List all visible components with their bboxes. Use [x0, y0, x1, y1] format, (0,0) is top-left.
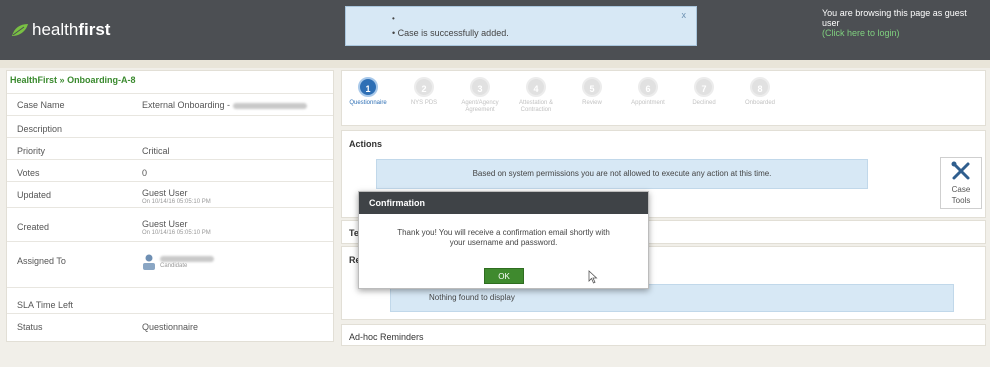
- toast-message: • Case is successfully added.: [392, 28, 509, 38]
- guest-notice: You are browsing this page as guest user…: [822, 8, 982, 38]
- status-label: Status: [17, 322, 43, 332]
- actions-title: Actions: [349, 139, 383, 149]
- votes-label: Votes: [17, 168, 40, 178]
- toast-bullet: •: [392, 14, 395, 23]
- step-label: Attestation & Contraction: [518, 100, 554, 113]
- breadcrumb: HealthFirst » Onboarding-A-8: [10, 75, 136, 85]
- step-number: 5: [582, 77, 602, 97]
- case-name-text: External Onboarding -: [142, 100, 233, 110]
- login-link[interactable]: (Click here to login): [822, 28, 982, 38]
- redacted-assignee: [160, 255, 214, 262]
- assigned-label: Assigned To: [17, 256, 66, 266]
- votes-row: Votes 0: [7, 159, 333, 181]
- step-number: 7: [694, 77, 714, 97]
- step-label: Declined: [692, 100, 716, 106]
- workflow-steps: 1 Questionnaire 2 NYS PDS 3 Agent/Agency…: [341, 70, 986, 126]
- sla-label: SLA Time Left: [17, 300, 74, 310]
- page-footer-strip: [0, 346, 990, 367]
- case-name-value: External Onboarding -: [142, 100, 307, 110]
- step-label: Appointment: [631, 100, 665, 106]
- step-label: Questionnaire: [349, 100, 387, 106]
- step-label: Agent/Agency Agreement: [461, 100, 499, 113]
- priority-value: Critical: [142, 146, 170, 156]
- created-label: Created: [17, 222, 50, 232]
- logo-text-bold: first: [78, 20, 111, 39]
- step-number: 1: [358, 77, 378, 97]
- adhoc-reminders-section: Ad-hoc Reminders: [341, 324, 986, 346]
- step-number: 6: [638, 77, 658, 97]
- step-number: 2: [414, 77, 434, 97]
- case-name-label: Case Name: [17, 100, 65, 110]
- dialog-message-line-2: your username and password.: [449, 238, 558, 247]
- assigned-row: Assigned To Candidate: [7, 241, 333, 287]
- step-appointment[interactable]: 6 Appointment: [618, 77, 678, 107]
- step-attestation[interactable]: 4 Attestation & Contraction: [506, 77, 566, 114]
- step-review[interactable]: 5 Review: [562, 77, 622, 107]
- step-number: 4: [526, 77, 546, 97]
- success-toast: • • Case is successfully added. x: [345, 6, 697, 46]
- dialog-message: Thank you! You will receive a confirmati…: [359, 228, 648, 248]
- step-onboarded[interactable]: 8 Onboarded: [730, 77, 790, 107]
- tools-icon: [951, 161, 970, 180]
- dialog-title: Confirmation: [359, 192, 648, 214]
- actions-message: Based on system permissions you are not …: [376, 159, 868, 189]
- priority-row: Priority Critical: [7, 137, 333, 159]
- status-row: Status Questionnaire: [7, 313, 333, 341]
- case-tools-label-2: Tools: [951, 196, 971, 205]
- description-row: Description: [7, 115, 333, 137]
- logo-text-light: health: [32, 20, 79, 39]
- step-label: Onboarded: [744, 100, 776, 106]
- created-row: Created Guest User On 10/14/16 05:05:10 …: [7, 207, 333, 241]
- breadcrumb-root[interactable]: HealthFirst: [10, 75, 57, 85]
- user-avatar-icon: [143, 254, 155, 270]
- created-by: Guest User: [142, 219, 188, 229]
- step-number: 3: [470, 77, 490, 97]
- updated-on: On 10/14/16 05:05:10 PM: [142, 199, 211, 205]
- step-label: NYS PDS: [410, 100, 438, 106]
- case-details-panel: HealthFirst » Onboarding-A-8 Case Name E…: [6, 70, 334, 342]
- votes-value: 0: [142, 168, 148, 178]
- leaf-icon: [12, 24, 28, 36]
- top-navigation-bar: health first • • Case is successfully add…: [0, 0, 990, 60]
- redacted-name: [232, 102, 307, 109]
- updated-value: Guest User On 10/14/16 05:05:10 PM: [142, 188, 211, 205]
- created-on: On 10/14/16 05:05:10 PM: [142, 230, 211, 236]
- breadcrumb-current: Onboarding-A-8: [67, 75, 136, 85]
- step-nys-pds[interactable]: 2 NYS PDS: [394, 77, 454, 107]
- step-number: 8: [750, 77, 770, 97]
- assigned-value: Candidate: [142, 253, 214, 271]
- assignee-role: Candidate: [160, 262, 188, 269]
- toast-close-icon[interactable]: x: [682, 10, 687, 20]
- status-value: Questionnaire: [142, 322, 199, 332]
- case-name-row: Case Name External Onboarding -: [7, 93, 333, 113]
- step-label: Review: [582, 100, 602, 106]
- dialog-message-line-1: Thank you! You will receive a confirmati…: [397, 228, 610, 237]
- step-declined[interactable]: 7 Declined: [674, 77, 734, 107]
- description-label: Description: [17, 124, 63, 134]
- sla-row: SLA Time Left: [7, 287, 333, 313]
- ok-button[interactable]: OK: [484, 268, 524, 284]
- case-tools-label-1: Case: [951, 185, 971, 194]
- healthfirst-logo[interactable]: health first: [10, 20, 110, 40]
- mouse-cursor-icon: [588, 270, 598, 284]
- confirmation-dialog: Confirmation Thank you! You will receive…: [358, 191, 649, 289]
- assignee: Candidate: [160, 255, 214, 269]
- case-tools-button[interactable]: Case Tools: [940, 157, 982, 209]
- priority-label: Priority: [17, 146, 46, 156]
- adhoc-reminders-title: Ad-hoc Reminders: [349, 332, 424, 342]
- updated-row: Updated Guest User On 10/14/16 05:05:10 …: [7, 181, 333, 207]
- created-value: Guest User On 10/14/16 05:05:10 PM: [142, 219, 211, 236]
- step-questionnaire[interactable]: 1 Questionnaire: [338, 77, 398, 107]
- breadcrumb-separator: »: [59, 75, 65, 85]
- header-divider: [0, 60, 990, 68]
- updated-by: Guest User: [142, 188, 188, 198]
- step-agency-agreement[interactable]: 3 Agent/Agency Agreement: [450, 77, 510, 114]
- guest-notice-text: You are browsing this page as guest user: [822, 8, 967, 28]
- updated-label: Updated: [17, 190, 52, 200]
